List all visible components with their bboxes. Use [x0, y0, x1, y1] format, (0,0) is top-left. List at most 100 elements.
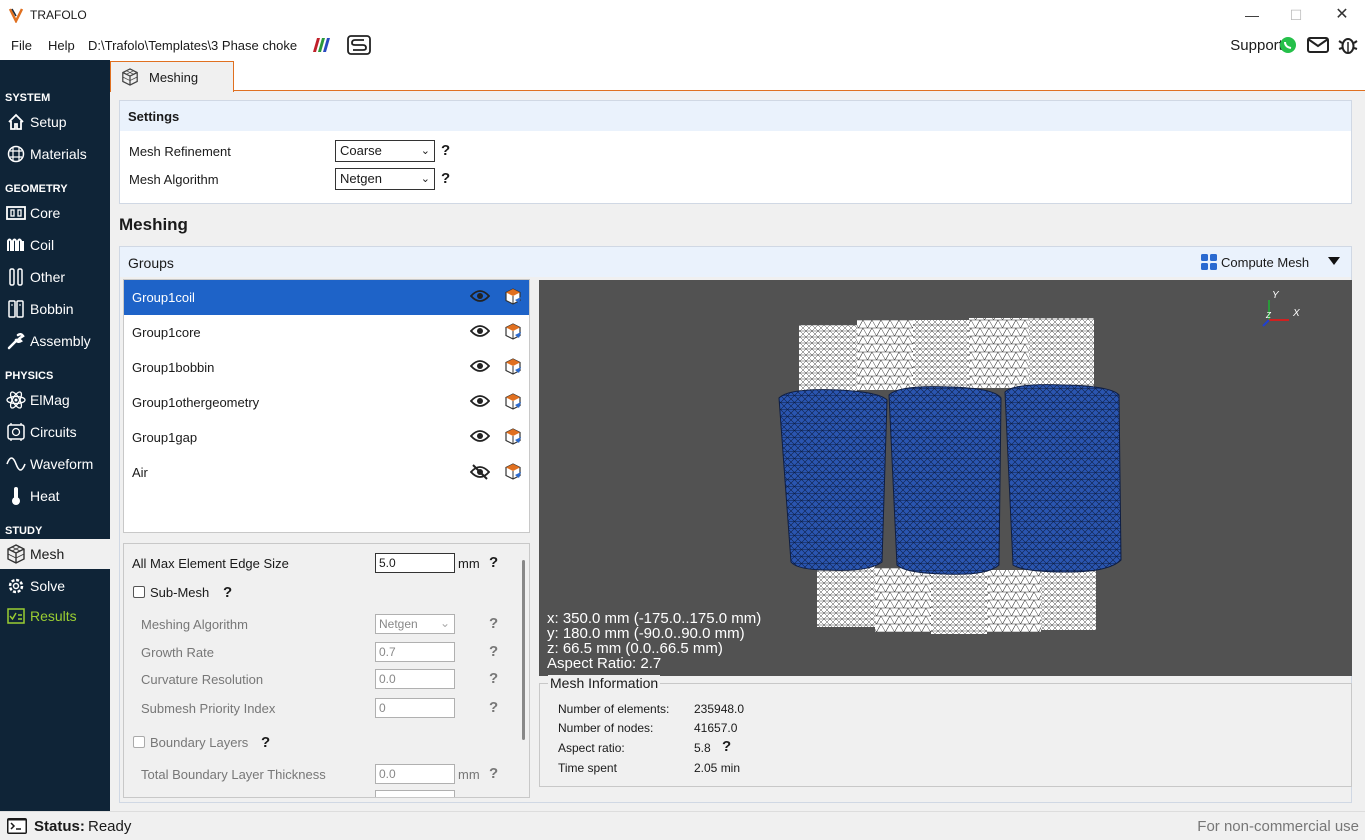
vertical-scrollbar[interactable] [522, 560, 525, 740]
submesh-help-icon[interactable]: ? [223, 584, 232, 601]
sidebar-item-core[interactable]: Core [0, 198, 110, 228]
eye-hidden-icon[interactable] [469, 464, 491, 483]
submesh-label: Sub-Mesh [150, 585, 210, 600]
viewport-aspect-ratio: Aspect Ratio: 2.7 [547, 655, 662, 672]
group-row[interactable]: Group1coil [124, 280, 529, 315]
curvature-resolution-input[interactable]: 0.0 [375, 669, 455, 689]
tab-meshing[interactable]: Meshing [110, 61, 234, 92]
sidebar-item-bobbin[interactable]: Bobbin [0, 294, 110, 324]
mesh-information-box: Mesh Information Number of elements: 235… [539, 675, 1352, 787]
mesh-refinement-select[interactable]: Coarse ⌄ [335, 140, 435, 162]
whatsapp-icon[interactable] [1279, 36, 1297, 54]
total-boundary-layer-input[interactable]: 0.0 [375, 764, 455, 784]
sidebar-item-other[interactable]: Other [0, 262, 110, 292]
meshing-algorithm-help-icon[interactable]: ? [489, 615, 498, 632]
sidebar-item-assembly[interactable]: Assembly [0, 326, 110, 356]
window-title: TRAFOLO [30, 8, 87, 22]
max-edge-input[interactable]: 5.0 [375, 553, 455, 573]
script-icon[interactable] [347, 35, 371, 55]
sidebar-item-heat[interactable]: Heat [0, 481, 110, 511]
mesh-algorithm-select[interactable]: Netgen ⌄ [335, 168, 435, 190]
terminal-icon[interactable] [6, 817, 28, 835]
algorithm-help-icon[interactable]: ? [441, 170, 450, 187]
group-mesh-settings-icon[interactable] [504, 428, 522, 449]
elements-label: Number of elements: [558, 702, 670, 716]
refinement-help-icon[interactable]: ? [441, 142, 450, 159]
total-boundary-layer-label: Total Boundary Layer Thickness [141, 767, 326, 782]
axis-y-label: Y [1272, 290, 1280, 301]
coil-icon [6, 235, 26, 255]
group-row[interactable]: Group1othergeometry [124, 385, 529, 420]
growth-rate-input[interactable]: 0.7 [375, 642, 455, 662]
group-row[interactable]: Group1bobbin [124, 350, 529, 385]
mesh-3d-viewport[interactable]: Y X Z x: 350.0 mm (-175.0..175.0 mm) y: … [539, 280, 1352, 676]
total-bl-help-icon[interactable]: ? [489, 765, 498, 782]
gear-icon [6, 576, 26, 596]
results-checklist-icon [6, 606, 26, 626]
menu-file[interactable]: File [11, 38, 32, 53]
growth-rate-help-icon[interactable]: ? [489, 643, 498, 660]
thermometer-icon [6, 486, 26, 506]
color-map-icon[interactable] [311, 36, 333, 54]
close-button[interactable]: ✕ [1330, 4, 1354, 26]
sidebar-item-waveform[interactable]: Waveform [0, 449, 110, 479]
sidebar-item-mesh[interactable]: Mesh [0, 539, 110, 569]
meshing-heading: Meshing [119, 215, 188, 234]
group-row[interactable]: Group1core [124, 315, 529, 350]
atom-icon [6, 390, 26, 410]
menu-help[interactable]: Help [48, 38, 75, 53]
eye-icon[interactable] [469, 394, 491, 411]
meshing-algorithm-select[interactable]: Netgen ⌄ [375, 614, 455, 634]
group-row[interactable]: Air [124, 455, 529, 490]
eye-icon[interactable] [469, 289, 491, 306]
sidebar-item-coil[interactable]: Coil [0, 230, 110, 260]
boundary-layers-label: Boundary Layers [150, 735, 249, 750]
mesh-cube-icon [6, 544, 26, 564]
submesh-checkbox[interactable] [133, 586, 145, 598]
group-mesh-settings-icon[interactable] [504, 288, 522, 309]
groups-label: Groups [128, 255, 174, 271]
submesh-priority-input[interactable]: 0 [375, 698, 455, 718]
nodes-label: Number of nodes: [558, 721, 654, 735]
boundary-layers-help-icon[interactable]: ? [261, 734, 270, 751]
priority-help-icon[interactable]: ? [489, 699, 498, 716]
sidebar-item-circuits[interactable]: Circuits [0, 417, 110, 447]
submesh-parameters-pane: All Max Element Edge Size 5.0 mm ? Sub-M… [123, 543, 530, 798]
sidebar-item-label: Mesh [30, 546, 65, 562]
sidebar-item-label: Materials [30, 146, 87, 162]
group-name: Group1othergeometry [132, 395, 260, 410]
circuit-icon [6, 422, 26, 442]
compute-mesh-button[interactable]: Compute Mesh [1200, 253, 1309, 271]
section-study: STUDY [5, 525, 43, 537]
group-mesh-settings-icon[interactable] [504, 393, 522, 414]
sidebar-item-materials[interactable]: Materials [0, 139, 110, 169]
dropdown-triangle-icon[interactable] [1328, 257, 1340, 265]
sidebar-item-results[interactable]: Results [0, 601, 110, 631]
maximize-button[interactable]: ☐ [1284, 4, 1308, 26]
group-row[interactable]: Group1gap [124, 420, 529, 455]
group-mesh-settings-icon[interactable] [504, 463, 522, 484]
sidebar-item-elmag[interactable]: ElMag [0, 385, 110, 415]
group-name: Group1coil [132, 290, 195, 305]
curvature-help-icon[interactable]: ? [489, 670, 498, 687]
max-edge-help-icon[interactable]: ? [489, 554, 498, 571]
sidebar-item-setup[interactable]: Setup [0, 107, 110, 137]
boundary-layers-checkbox[interactable] [133, 736, 145, 748]
eye-icon[interactable] [469, 429, 491, 446]
mesh-refinement-label: Mesh Refinement [129, 144, 231, 159]
core-icon [6, 203, 26, 223]
eye-icon[interactable] [469, 324, 491, 341]
sidebar-item-solve[interactable]: Solve [0, 571, 110, 601]
mesh-information-title: Mesh Information [548, 675, 661, 691]
group-mesh-settings-icon[interactable] [504, 323, 522, 344]
group-mesh-settings-icon[interactable] [504, 358, 522, 379]
eye-icon[interactable] [469, 359, 491, 376]
mail-icon[interactable] [1307, 37, 1329, 53]
bug-report-icon[interactable] [1338, 35, 1358, 55]
sidebar-item-label: Bobbin [30, 301, 74, 317]
minimize-button[interactable]: — [1240, 4, 1264, 26]
next-parameter-input[interactable] [375, 790, 455, 797]
group-name: Air [132, 465, 148, 480]
sidebar-item-label: ElMag [30, 392, 70, 408]
aspect-ratio-help-icon[interactable]: ? [722, 738, 731, 755]
